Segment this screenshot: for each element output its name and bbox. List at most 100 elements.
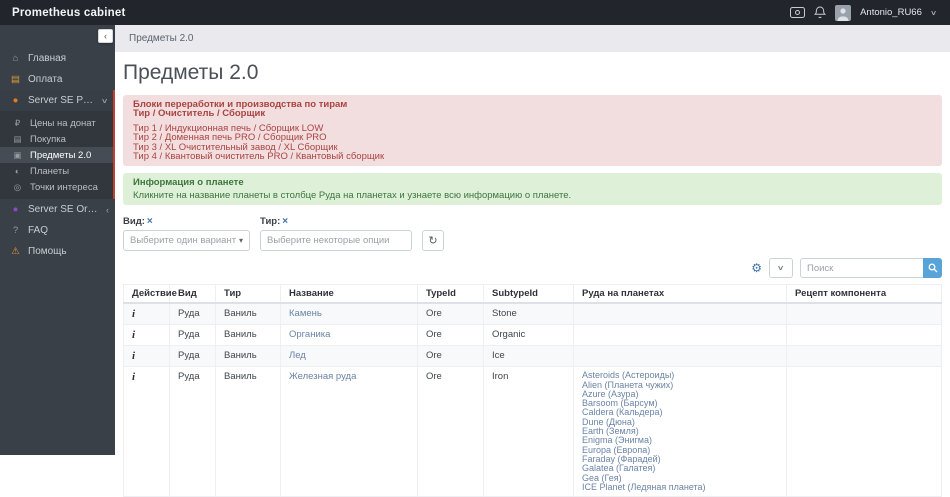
clear-tier-filter-icon[interactable]: × [282,216,288,227]
cell-action: i [123,324,170,347]
cell-kind: Руда [169,366,216,497]
search-group [800,258,942,279]
columns-dropdown-button[interactable]: ∨ [769,258,793,279]
search-button[interactable] [923,258,942,279]
sidebar-item-faq[interactable]: ? FAQ [0,220,115,241]
sidebar-item-label: Планеты [30,165,70,177]
cell-name: Камень [280,302,418,326]
info-action-link[interactable]: i [132,350,135,362]
banknote-icon[interactable] [790,7,806,18]
table-row: i Руда Ваниль Лед Ore Ice [123,345,942,368]
warning-icon: ⚠ [11,246,20,257]
sidebar-item-planets[interactable]: ◐ Планеты [0,163,113,179]
sidebar-item-donate-prices[interactable]: ₽ Цены на донат [0,115,113,131]
refresh-button[interactable]: ↻ [422,230,444,252]
cell-name: Железная руда [280,366,418,497]
item-name-link[interactable]: Камень [289,308,322,319]
credit-card-icon: ▤ [13,133,22,144]
gear-icon[interactable]: ⚙ [751,262,762,274]
column-header[interactable]: SubtypeId [483,284,574,305]
cell-action: i [123,302,170,326]
sidebar-nav: ⌂ Главная ▤ Оплата ● Server SE Prometheus ∨ ₽ Це… [0,25,115,262]
tier-input[interactable] [260,230,412,252]
breadcrumb: Предметы 2.0 [115,25,950,52]
sidebar-item-label: Точки интереса [30,181,98,193]
bell-icon[interactable] [814,6,827,19]
sidebar-item-label: Server SE Prometheus [28,95,95,106]
tiers-alert-heading: Блоки переработки и производства по тира… [133,100,932,119]
sidebar-item-label: Предметы 2.0 [30,149,92,161]
table-row: i Руда Ваниль Органика Ore Organic [123,324,942,347]
sidebar-item-server-se-orion[interactable]: ● Server SE Orion ‹ [0,199,115,220]
info-action-link[interactable]: i [132,329,135,341]
sidebar-collapse-button[interactable]: ‹ [98,29,113,43]
column-header[interactable]: Действие [123,284,177,305]
cell-recipe [786,366,942,497]
cell-subtype-id: Organic [483,324,574,347]
table-row: i Руда Ваниль Камень Ore Stone [123,302,942,326]
sidebar-item-purchase[interactable]: ▤ Покупка [0,131,113,147]
item-name-link[interactable]: Органика [289,329,330,340]
column-header[interactable]: Руда на планетах [573,284,787,305]
sidebar-item-server-se-prometheus[interactable]: ● Server SE Prometheus ∨ [0,90,113,111]
caret-down-icon: ▾ [238,236,243,246]
sidebar-item-items-2-0[interactable]: ▣ Предметы 2.0 [0,147,113,163]
clear-kind-filter-icon[interactable]: × [147,216,153,227]
sidebar: ⌂ Главная ▤ Оплата ● Server SE Prometheus ∨ ₽ Це… [0,25,115,455]
cell-type-id: Ore [417,324,484,347]
cell-planets [573,302,787,326]
breadcrumb-current: Предметы 2.0 [129,33,194,44]
compass-icon: ◎ [13,181,22,192]
sidebar-item-label: Помощь [28,246,67,257]
chevron-down-icon: ∨ [100,97,109,105]
tier-filter-group: Тир: × [260,216,412,252]
planet-link[interactable]: Faraday (Фарадей) [582,454,778,464]
column-header[interactable]: TypeId [417,284,484,305]
cell-name: Органика [280,324,418,347]
planet-link[interactable]: ICE Planet (Ледяная планета) [582,482,778,492]
avatar [835,4,852,21]
cell-name: Лед [280,345,418,368]
column-header[interactable]: Тир [215,284,281,305]
sidebar-item-label: Server SE Orion [28,204,99,215]
cell-planets: Asteroids (Астероиды) Alien (Планета чужи… [573,366,787,497]
kind-select[interactable]: Выберите один вариант ▾ [123,230,250,252]
cell-subtype-id: Ice [483,345,574,368]
cell-action: i [123,366,170,497]
search-icon [928,261,938,276]
chevron-left-icon: ‹ [106,204,109,215]
info-action-link[interactable]: i [132,308,135,320]
column-header[interactable]: Рецепт компонента [786,284,942,305]
planet-info-title: Информация о планете [133,177,244,189]
tier-filter-label: Тир: × [260,216,289,228]
cell-planets [573,324,787,347]
planet-link[interactable]: Gea (Гея) [582,473,778,483]
cell-type-id: Ore [417,366,484,497]
cell-recipe [786,302,942,326]
cell-kind: Руда [169,302,216,326]
info-action-link[interactable]: i [132,371,135,383]
main-area: Предметы 2.0 Предметы 2.0 Блоки перерабо… [115,25,950,497]
search-input[interactable] [800,258,923,279]
cell-type-id: Ore [417,302,484,326]
topbar-right: Antonio_RU66 ∨ [790,4,950,21]
column-header[interactable]: Название [280,284,418,305]
sidebar-item-payment[interactable]: ▤ Оплата [0,69,115,90]
server-dot-icon: ● [12,204,19,215]
cell-action: i [123,345,170,368]
sidebar-item-help[interactable]: ⚠ Помощь [0,241,115,262]
username[interactable]: Antonio_RU66 [860,7,922,18]
tiers-alert-line: Тир 4 / Квантовый очиститель PRO / Квант… [133,151,385,163]
content: Предметы 2.0 Блоки переработки и произво… [115,61,950,497]
table-row: i Руда Ваниль Железная руда Ore Iron Asteroids… [123,366,942,497]
sidebar-item-home[interactable]: ⌂ Главная [0,48,115,69]
tiers-alert-bold-line: Тир / Очиститель / Сборщик [133,108,266,120]
sidebar-item-points-of-interest[interactable]: ◎ Точки интереса [0,179,113,195]
chevron-down-icon[interactable]: ∨ [930,9,937,17]
planet-icon: ◐ [14,166,21,176]
cell-subtype-id: Iron [483,366,574,497]
item-name-link[interactable]: Железная руда [289,371,356,382]
planet-link[interactable]: Galatea (Галатея) [582,463,778,473]
item-name-link[interactable]: Лед [289,350,306,361]
kind-filter-group: Вид: × Выберите один вариант ▾ [123,216,250,252]
